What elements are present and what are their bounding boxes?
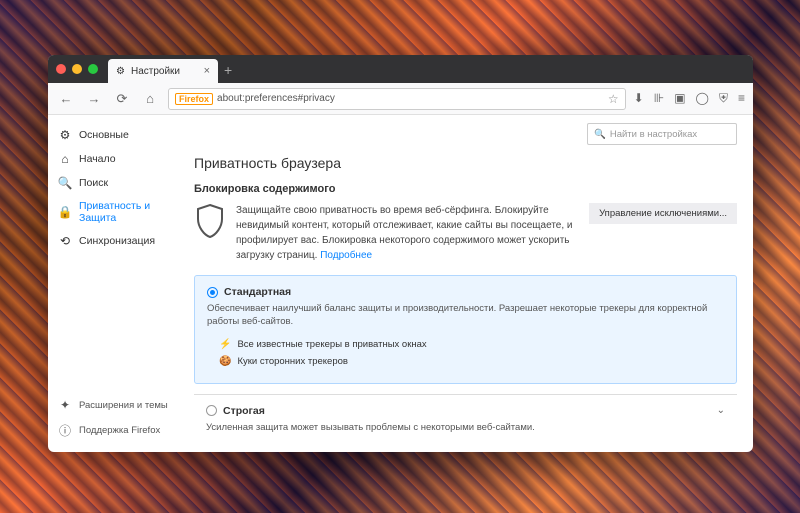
new-tab-button[interactable]: +	[224, 62, 232, 78]
option-description: Усиленная защита может вызывать проблемы…	[206, 421, 725, 434]
home-button[interactable]: ⌂	[140, 89, 160, 109]
maximize-icon[interactable]	[88, 64, 98, 74]
firefox-badge: Firefox	[175, 93, 213, 105]
window-controls	[56, 64, 98, 74]
home-icon: ⌂	[58, 152, 72, 166]
option-strict[interactable]: Строгая ⌄ Усиленная защита может вызыват…	[194, 394, 737, 434]
radio-standard[interactable]	[207, 287, 218, 298]
chevron-down-icon[interactable]: ⌄	[717, 405, 725, 416]
page-title: Приватность браузера	[194, 155, 737, 171]
option-standard[interactable]: Стандартная Обеспечивает наилучший балан…	[194, 275, 737, 384]
bolt-icon: ⚡	[219, 339, 231, 350]
puzzle-icon: ✦	[58, 398, 72, 412]
url-bar[interactable]: Firefox about:preferences#privacy ☆	[168, 88, 626, 110]
lock-icon: 🔒	[58, 205, 72, 219]
search-icon: 🔍	[58, 176, 72, 190]
tab-title: Настройки	[131, 66, 180, 77]
search-icon: 🔍	[594, 129, 606, 140]
tab-settings[interactable]: ⚙ Настройки ×	[108, 59, 218, 83]
section-description: Защищайте свою приватность во время веб-…	[236, 203, 579, 263]
downloads-icon[interactable]: ⬇	[634, 91, 644, 106]
section-title: Блокировка содержимого	[194, 183, 737, 195]
back-button[interactable]: ←	[56, 89, 76, 109]
sidebar-item-privacy[interactable]: 🔒 Приватность и Защита	[48, 195, 178, 229]
library-icon[interactable]: ⊪	[654, 91, 664, 106]
sidebar-item-search[interactable]: 🔍 Поиск	[48, 171, 178, 195]
close-tab-icon[interactable]: ×	[204, 65, 210, 77]
search-placeholder: Найти в настройках	[610, 129, 697, 140]
sidebar-item-label: Синхронизация	[79, 235, 155, 247]
sidebar-item-general[interactable]: ⚙ Основные	[48, 123, 178, 147]
option-title: Строгая	[223, 405, 265, 417]
sidebar-item-label: Приватность и Защита	[79, 200, 168, 224]
sidebar-item-label: Основные	[79, 129, 129, 141]
feature-trackers: ⚡Все известные трекеры в приватных окнах	[219, 339, 724, 350]
minimize-icon[interactable]	[72, 64, 82, 74]
menu-icon[interactable]: ≡	[738, 91, 745, 106]
help-icon: ⓘ	[58, 422, 72, 439]
option-description: Обеспечивает наилучший баланс защиты и п…	[207, 302, 724, 329]
titlebar: ⚙ Настройки × +	[48, 55, 753, 83]
radio-strict[interactable]	[206, 405, 217, 416]
sidebar-item-support[interactable]: ⓘ Поддержка Firefox	[48, 417, 178, 444]
sidebar-item-extensions[interactable]: ✦ Расширения и темы	[48, 393, 178, 417]
shield-icon	[194, 203, 226, 239]
option-title: Стандартная	[224, 286, 291, 298]
sidebar-item-label: Расширения и темы	[79, 400, 168, 411]
reload-button[interactable]: ⟳	[112, 89, 132, 109]
sidebar-icon[interactable]: ▣	[674, 91, 685, 106]
account-icon[interactable]: ◯	[696, 91, 709, 106]
forward-button[interactable]: →	[84, 89, 104, 109]
sidebar: ⚙ Основные ⌂ Начало 🔍 Поиск 🔒 Приватност…	[48, 115, 178, 452]
learn-more-link[interactable]: Подробнее	[320, 250, 372, 261]
content: ⚙ Основные ⌂ Начало 🔍 Поиск 🔒 Приватност…	[48, 115, 753, 452]
shield-icon[interactable]: ⛨	[719, 91, 728, 106]
toolbar: ← → ⟳ ⌂ Firefox about:preferences#privac…	[48, 83, 753, 115]
manage-exceptions-button[interactable]: Управление исключениями...	[589, 203, 737, 224]
sidebar-item-label: Поиск	[79, 177, 108, 189]
feature-cookies: 🍪Куки сторонних трекеров	[219, 356, 724, 367]
sync-icon: ⟲	[58, 234, 72, 248]
cookie-icon: 🍪	[219, 356, 231, 367]
gear-icon: ⚙	[116, 66, 125, 77]
main-panel: 🔍 Найти в настройках Приватность браузер…	[178, 115, 753, 444]
toolbar-icons: ⬇ ⊪ ▣ ◯ ⛨ ≡	[634, 91, 745, 106]
bookmark-star-icon[interactable]: ☆	[608, 92, 619, 106]
sidebar-item-label: Поддержка Firefox	[79, 425, 160, 436]
settings-search-input[interactable]: 🔍 Найти в настройках	[587, 123, 737, 145]
gear-icon: ⚙	[58, 128, 72, 142]
url-text: about:preferences#privacy	[217, 93, 335, 104]
sidebar-item-label: Начало	[79, 153, 116, 165]
close-icon[interactable]	[56, 64, 66, 74]
sidebar-item-sync[interactable]: ⟲ Синхронизация	[48, 229, 178, 253]
sidebar-item-home[interactable]: ⌂ Начало	[48, 147, 178, 171]
browser-window: ⚙ Настройки × + ← → ⟳ ⌂ Firefox about:pr…	[48, 55, 753, 452]
